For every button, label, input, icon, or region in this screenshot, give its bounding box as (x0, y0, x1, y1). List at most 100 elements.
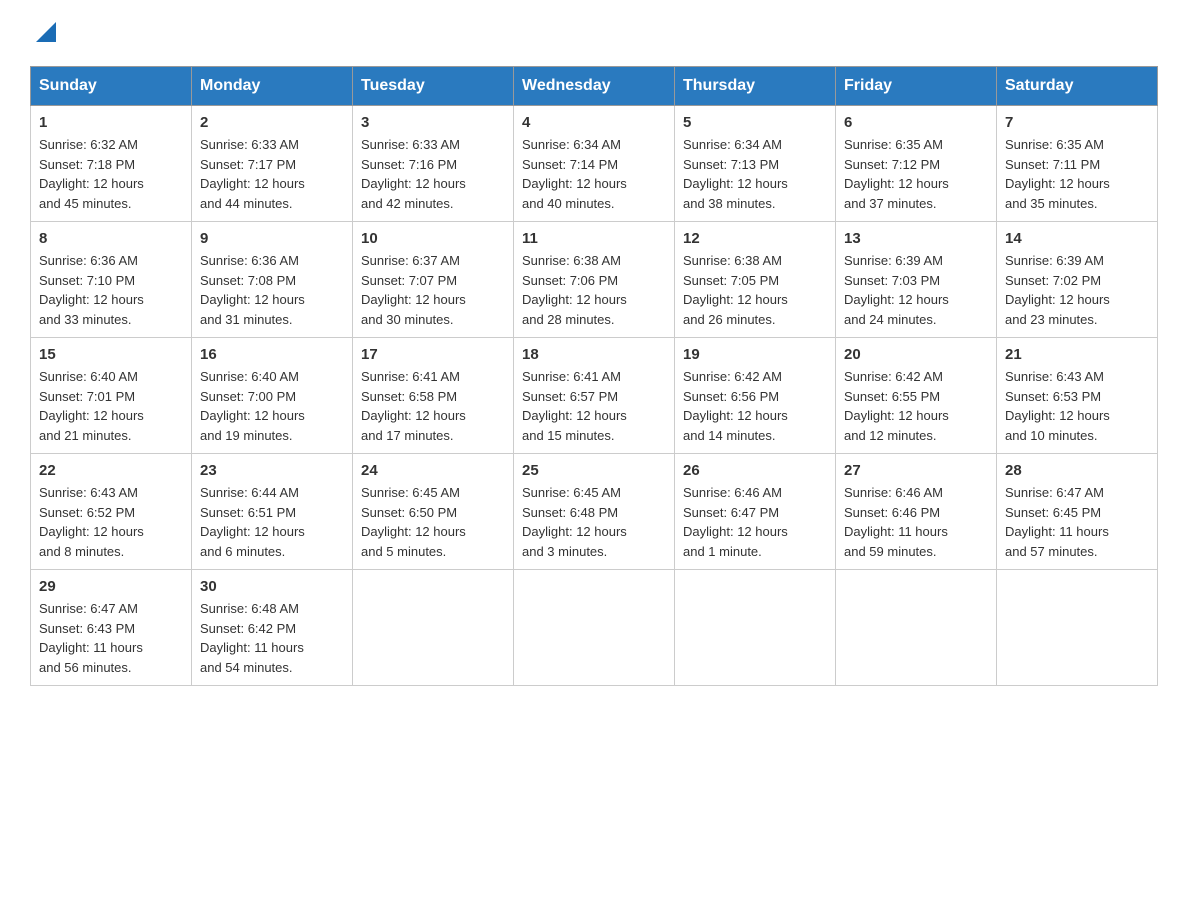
day-info: Sunrise: 6:35 AMSunset: 7:11 PMDaylight:… (1005, 135, 1149, 213)
calendar-week-row: 29 Sunrise: 6:47 AMSunset: 6:43 PMDaylig… (31, 570, 1158, 686)
calendar-week-row: 8 Sunrise: 6:36 AMSunset: 7:10 PMDayligh… (31, 222, 1158, 338)
day-number: 16 (200, 346, 344, 363)
day-info: Sunrise: 6:43 AMSunset: 6:53 PMDaylight:… (1005, 367, 1149, 445)
day-info: Sunrise: 6:36 AMSunset: 7:08 PMDaylight:… (200, 251, 344, 329)
day-info: Sunrise: 6:33 AMSunset: 7:17 PMDaylight:… (200, 135, 344, 213)
day-number: 4 (522, 114, 666, 131)
calendar-cell: 10 Sunrise: 6:37 AMSunset: 7:07 PMDaylig… (353, 222, 514, 338)
day-number: 27 (844, 462, 988, 479)
day-number: 18 (522, 346, 666, 363)
calendar-day-header: Tuesday (353, 67, 514, 106)
day-number: 5 (683, 114, 827, 131)
day-number: 12 (683, 230, 827, 247)
day-info: Sunrise: 6:47 AMSunset: 6:43 PMDaylight:… (39, 599, 183, 677)
calendar-cell: 28 Sunrise: 6:47 AMSunset: 6:45 PMDaylig… (997, 454, 1158, 570)
day-number: 17 (361, 346, 505, 363)
day-info: Sunrise: 6:48 AMSunset: 6:42 PMDaylight:… (200, 599, 344, 677)
calendar-cell (675, 570, 836, 686)
logo (30, 20, 60, 46)
calendar-cell: 22 Sunrise: 6:43 AMSunset: 6:52 PMDaylig… (31, 454, 192, 570)
calendar-cell: 15 Sunrise: 6:40 AMSunset: 7:01 PMDaylig… (31, 338, 192, 454)
day-info: Sunrise: 6:42 AMSunset: 6:56 PMDaylight:… (683, 367, 827, 445)
calendar-cell: 1 Sunrise: 6:32 AMSunset: 7:18 PMDayligh… (31, 106, 192, 222)
calendar-cell: 2 Sunrise: 6:33 AMSunset: 7:17 PMDayligh… (192, 106, 353, 222)
day-info: Sunrise: 6:43 AMSunset: 6:52 PMDaylight:… (39, 483, 183, 561)
logo-triangle-icon (32, 18, 60, 46)
calendar-header-row: SundayMondayTuesdayWednesdayThursdayFrid… (31, 67, 1158, 106)
calendar-cell: 12 Sunrise: 6:38 AMSunset: 7:05 PMDaylig… (675, 222, 836, 338)
calendar-cell: 20 Sunrise: 6:42 AMSunset: 6:55 PMDaylig… (836, 338, 997, 454)
day-number: 14 (1005, 230, 1149, 247)
day-info: Sunrise: 6:37 AMSunset: 7:07 PMDaylight:… (361, 251, 505, 329)
calendar-cell: 11 Sunrise: 6:38 AMSunset: 7:06 PMDaylig… (514, 222, 675, 338)
day-info: Sunrise: 6:42 AMSunset: 6:55 PMDaylight:… (844, 367, 988, 445)
day-number: 1 (39, 114, 183, 131)
day-info: Sunrise: 6:33 AMSunset: 7:16 PMDaylight:… (361, 135, 505, 213)
day-info: Sunrise: 6:38 AMSunset: 7:06 PMDaylight:… (522, 251, 666, 329)
day-number: 10 (361, 230, 505, 247)
day-number: 8 (39, 230, 183, 247)
calendar-cell: 24 Sunrise: 6:45 AMSunset: 6:50 PMDaylig… (353, 454, 514, 570)
calendar-cell (997, 570, 1158, 686)
calendar-table: SundayMondayTuesdayWednesdayThursdayFrid… (30, 66, 1158, 686)
day-number: 30 (200, 578, 344, 595)
calendar-cell: 21 Sunrise: 6:43 AMSunset: 6:53 PMDaylig… (997, 338, 1158, 454)
day-number: 11 (522, 230, 666, 247)
calendar-cell: 25 Sunrise: 6:45 AMSunset: 6:48 PMDaylig… (514, 454, 675, 570)
calendar-day-header: Saturday (997, 67, 1158, 106)
calendar-cell: 13 Sunrise: 6:39 AMSunset: 7:03 PMDaylig… (836, 222, 997, 338)
day-info: Sunrise: 6:35 AMSunset: 7:12 PMDaylight:… (844, 135, 988, 213)
calendar-cell: 4 Sunrise: 6:34 AMSunset: 7:14 PMDayligh… (514, 106, 675, 222)
day-info: Sunrise: 6:44 AMSunset: 6:51 PMDaylight:… (200, 483, 344, 561)
day-number: 22 (39, 462, 183, 479)
calendar-week-row: 22 Sunrise: 6:43 AMSunset: 6:52 PMDaylig… (31, 454, 1158, 570)
page-header (30, 20, 1158, 46)
day-number: 25 (522, 462, 666, 479)
calendar-day-header: Monday (192, 67, 353, 106)
day-info: Sunrise: 6:46 AMSunset: 6:47 PMDaylight:… (683, 483, 827, 561)
day-info: Sunrise: 6:32 AMSunset: 7:18 PMDaylight:… (39, 135, 183, 213)
day-number: 2 (200, 114, 344, 131)
day-info: Sunrise: 6:41 AMSunset: 6:57 PMDaylight:… (522, 367, 666, 445)
day-number: 26 (683, 462, 827, 479)
calendar-cell: 30 Sunrise: 6:48 AMSunset: 6:42 PMDaylig… (192, 570, 353, 686)
day-info: Sunrise: 6:39 AMSunset: 7:02 PMDaylight:… (1005, 251, 1149, 329)
calendar-cell (353, 570, 514, 686)
day-info: Sunrise: 6:47 AMSunset: 6:45 PMDaylight:… (1005, 483, 1149, 561)
day-number: 13 (844, 230, 988, 247)
calendar-cell (514, 570, 675, 686)
day-info: Sunrise: 6:41 AMSunset: 6:58 PMDaylight:… (361, 367, 505, 445)
calendar-day-header: Friday (836, 67, 997, 106)
day-number: 9 (200, 230, 344, 247)
day-number: 19 (683, 346, 827, 363)
calendar-day-header: Thursday (675, 67, 836, 106)
day-number: 21 (1005, 346, 1149, 363)
calendar-cell: 18 Sunrise: 6:41 AMSunset: 6:57 PMDaylig… (514, 338, 675, 454)
day-info: Sunrise: 6:46 AMSunset: 6:46 PMDaylight:… (844, 483, 988, 561)
calendar-cell: 14 Sunrise: 6:39 AMSunset: 7:02 PMDaylig… (997, 222, 1158, 338)
day-number: 23 (200, 462, 344, 479)
day-number: 29 (39, 578, 183, 595)
calendar-cell (836, 570, 997, 686)
day-info: Sunrise: 6:39 AMSunset: 7:03 PMDaylight:… (844, 251, 988, 329)
calendar-cell: 9 Sunrise: 6:36 AMSunset: 7:08 PMDayligh… (192, 222, 353, 338)
calendar-cell: 7 Sunrise: 6:35 AMSunset: 7:11 PMDayligh… (997, 106, 1158, 222)
day-number: 7 (1005, 114, 1149, 131)
calendar-day-header: Wednesday (514, 67, 675, 106)
day-number: 3 (361, 114, 505, 131)
calendar-cell: 17 Sunrise: 6:41 AMSunset: 6:58 PMDaylig… (353, 338, 514, 454)
calendar-cell: 16 Sunrise: 6:40 AMSunset: 7:00 PMDaylig… (192, 338, 353, 454)
day-number: 24 (361, 462, 505, 479)
calendar-day-header: Sunday (31, 67, 192, 106)
calendar-cell: 27 Sunrise: 6:46 AMSunset: 6:46 PMDaylig… (836, 454, 997, 570)
day-info: Sunrise: 6:45 AMSunset: 6:48 PMDaylight:… (522, 483, 666, 561)
day-number: 15 (39, 346, 183, 363)
day-number: 6 (844, 114, 988, 131)
day-info: Sunrise: 6:40 AMSunset: 7:00 PMDaylight:… (200, 367, 344, 445)
calendar-cell: 23 Sunrise: 6:44 AMSunset: 6:51 PMDaylig… (192, 454, 353, 570)
calendar-cell: 26 Sunrise: 6:46 AMSunset: 6:47 PMDaylig… (675, 454, 836, 570)
calendar-cell: 5 Sunrise: 6:34 AMSunset: 7:13 PMDayligh… (675, 106, 836, 222)
day-info: Sunrise: 6:34 AMSunset: 7:13 PMDaylight:… (683, 135, 827, 213)
day-info: Sunrise: 6:36 AMSunset: 7:10 PMDaylight:… (39, 251, 183, 329)
calendar-cell: 3 Sunrise: 6:33 AMSunset: 7:16 PMDayligh… (353, 106, 514, 222)
